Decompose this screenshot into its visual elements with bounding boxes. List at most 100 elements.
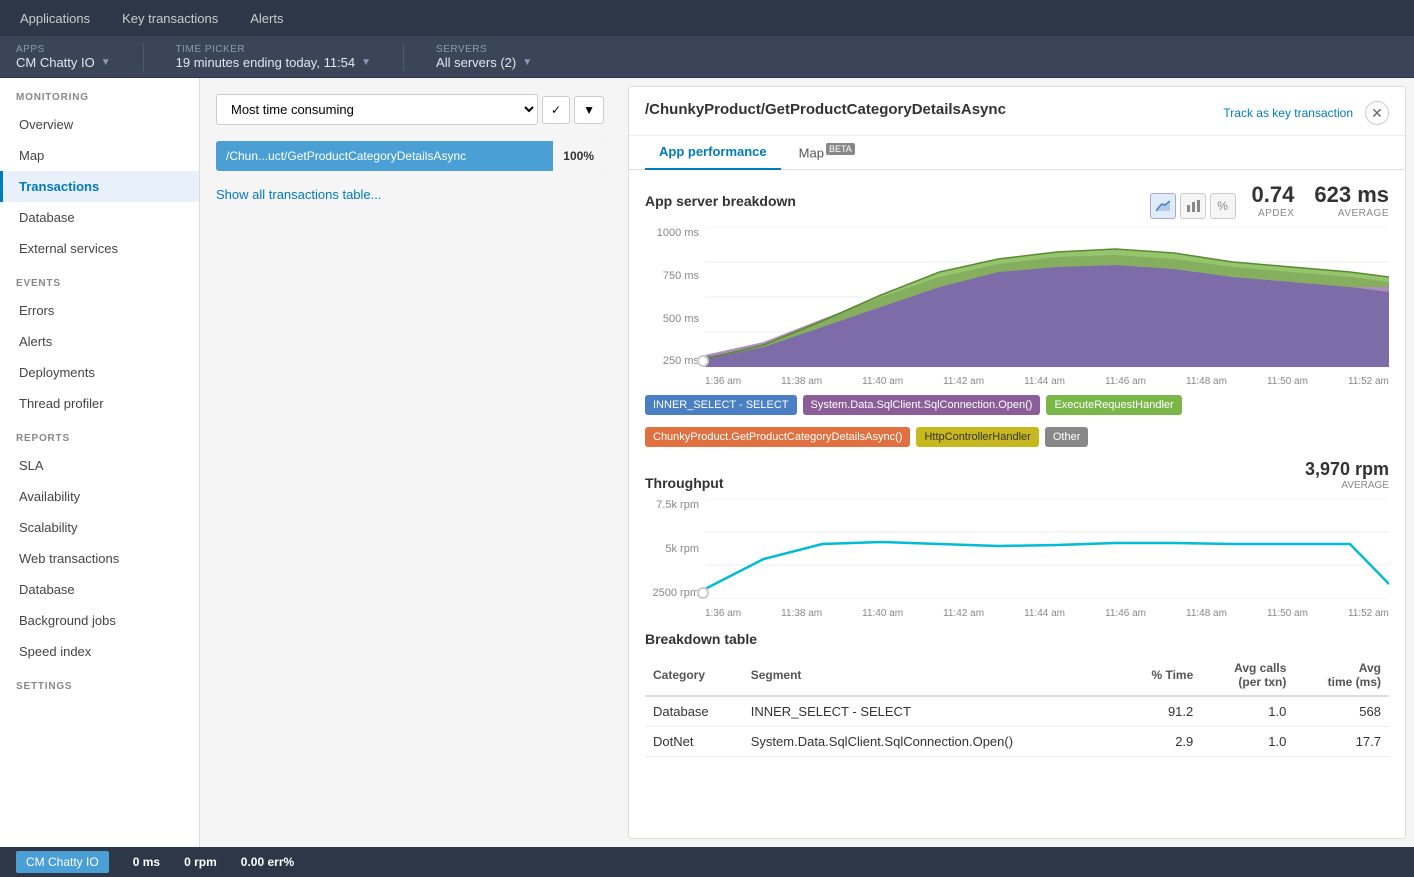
tp-x-7: 11:50 am: [1267, 608, 1308, 619]
tab-map[interactable]: MapBETA: [785, 136, 869, 170]
area-chart-icon-btn[interactable]: [1150, 193, 1176, 219]
percent-icon: %: [1217, 199, 1228, 213]
legend-inner-select[interactable]: INNER_SELECT - SELECT: [645, 395, 797, 415]
col-avg-calls: Avg calls (per txn): [1201, 655, 1294, 696]
tab-app-performance[interactable]: App performance: [645, 136, 781, 170]
throughput-label: AVERAGE: [1305, 480, 1389, 491]
row1-segment: System.Data.SqlClient.SqlConnection.Open…: [743, 727, 1123, 757]
throughput-title: Throughput: [645, 475, 724, 491]
col-pct-time: % Time: [1122, 655, 1201, 696]
y-label-0: 1000 ms: [657, 227, 699, 239]
throughput-value: 3,970 rpm: [1305, 459, 1389, 480]
row0-pct: 91.2: [1122, 696, 1201, 727]
breakdown-table: Category Segment % Time Avg calls (per t…: [645, 655, 1389, 757]
sidebar-item-thread-profiler[interactable]: Thread profiler: [0, 388, 199, 419]
nav-alerts[interactable]: Alerts: [246, 11, 287, 26]
sidebar-item-errors[interactable]: Errors: [0, 295, 199, 326]
row0-time: 568: [1294, 696, 1389, 727]
tp-y-2: 2500 rpm: [653, 587, 699, 599]
throughput-stat: 3,970 rpm AVERAGE: [1305, 459, 1389, 491]
app-server-breakdown-title: App server breakdown: [645, 193, 796, 209]
x-label-8: 11:52 am: [1348, 376, 1389, 387]
legend-sqlconnection[interactable]: System.Data.SqlClient.SqlConnection.Open…: [803, 395, 1041, 415]
nav-applications[interactable]: Applications: [16, 11, 94, 26]
main-content: Most time consuming ✓ ▼ /Chun...uct/GetP…: [200, 78, 1414, 847]
legend-http-controller[interactable]: HttpControllerHandler: [916, 427, 1038, 447]
bar-chart-icon: [1186, 199, 1200, 213]
nav-key-transactions[interactable]: Key transactions: [118, 11, 222, 26]
throughput-canvas: [705, 499, 1389, 599]
monitoring-section-label: MONITORING: [0, 78, 199, 109]
txn-pct: 100%: [553, 141, 604, 171]
txn-row[interactable]: /Chun...uct/GetProductCategoryDetailsAsy…: [216, 141, 604, 171]
apps-selector[interactable]: APPS CM Chatty IO ▼: [16, 44, 111, 70]
status-rpm-value: 0: [184, 855, 191, 869]
servers-value: All servers (2) ▼: [436, 55, 532, 70]
sidebar-item-web-transactions[interactable]: Web transactions: [0, 543, 199, 574]
legend-chunky-product[interactable]: ChunkyProduct.GetProductCategoryDetailsA…: [645, 427, 910, 447]
row0-segment: INNER_SELECT - SELECT: [743, 696, 1123, 727]
apps-chevron-icon: ▼: [101, 57, 111, 68]
average-stat: 623 ms AVERAGE: [1314, 182, 1389, 219]
sub-header: APPS CM Chatty IO ▼ TIME PICKER 19 minut…: [0, 36, 1414, 78]
detail-content: App server breakdown: [629, 170, 1405, 769]
settings-section-label: SETTINGS: [0, 667, 199, 698]
sidebar-item-map[interactable]: Map: [0, 140, 199, 171]
row1-category: DotNet: [645, 727, 743, 757]
area-chart-svg: [705, 227, 1389, 367]
sort-dropdown[interactable]: Most time consuming: [216, 94, 538, 125]
tp-y-1: 5k rpm: [665, 543, 699, 555]
sidebar-item-database-reports[interactable]: Database: [0, 574, 199, 605]
dropdown-down-btn[interactable]: ▼: [574, 96, 604, 124]
sidebar-item-availability[interactable]: Availability: [0, 481, 199, 512]
table-row: DotNet System.Data.SqlClient.SqlConnecti…: [645, 727, 1389, 757]
bar-chart-icon-btn[interactable]: [1180, 193, 1206, 219]
servers-selector[interactable]: SERVERS All servers (2) ▼: [436, 44, 532, 70]
legend-execute-request[interactable]: ExecuteRequestHandler: [1046, 395, 1181, 415]
detail-tabs: App performance MapBETA: [629, 136, 1405, 170]
sidebar-item-scalability[interactable]: Scalability: [0, 512, 199, 543]
close-button[interactable]: ✕: [1365, 101, 1389, 125]
dropdown-extra-btn[interactable]: ✓: [542, 96, 570, 124]
status-rpm-label: rpm: [194, 855, 217, 869]
track-as-key-transaction-link[interactable]: Track as key transaction: [1223, 106, 1353, 120]
area-chart-icon: [1156, 199, 1170, 213]
sidebar-item-alerts[interactable]: Alerts: [0, 326, 199, 357]
sidebar-item-database[interactable]: Database: [0, 202, 199, 233]
tp-x-8: 11:52 am: [1348, 608, 1389, 619]
x-label-1: 11:38 am: [781, 376, 822, 387]
breakdown-table-section: Breakdown table Category Segment % Time …: [645, 631, 1389, 757]
row0-category: Database: [645, 696, 743, 727]
sidebar-item-background-jobs[interactable]: Background jobs: [0, 605, 199, 636]
x-label-2: 11:40 am: [862, 376, 903, 387]
row1-pct: 2.9: [1122, 727, 1201, 757]
status-app-name: CM Chatty IO: [16, 851, 109, 873]
sidebar-item-transactions[interactable]: Transactions: [0, 171, 199, 202]
x-label-7: 11:50 am: [1267, 376, 1308, 387]
y-label-1: 750 ms: [663, 270, 699, 282]
tp-x-1: 11:38 am: [781, 608, 822, 619]
y-label-3: 250 ms: [663, 355, 699, 367]
sidebar-item-external-services[interactable]: External services: [0, 233, 199, 264]
breakdown-title: Breakdown table: [645, 631, 1389, 647]
status-err-value: 0.00: [241, 855, 264, 869]
status-rpm: 0 rpm: [184, 855, 217, 869]
timepicker-selector[interactable]: TIME PICKER 19 minutes ending today, 11:…: [176, 44, 371, 70]
sidebar-item-speed-index[interactable]: Speed index: [0, 636, 199, 667]
legend-row-2: ChunkyProduct.GetProductCategoryDetailsA…: [645, 427, 1389, 447]
servers-chevron-icon: ▼: [522, 57, 532, 68]
detail-title: /ChunkyProduct/GetProductCategoryDetails…: [645, 101, 1006, 118]
show-all-link[interactable]: Show all transactions table...: [216, 187, 381, 202]
sidebar-item-overview[interactable]: Overview: [0, 109, 199, 140]
sidebar-item-deployments[interactable]: Deployments: [0, 357, 199, 388]
status-ms-label: ms: [143, 855, 160, 869]
chart-canvas: [705, 227, 1389, 367]
status-err: 0.00 err%: [241, 855, 294, 869]
percent-icon-btn[interactable]: %: [1210, 193, 1236, 219]
status-ms: 0 ms: [133, 855, 160, 869]
legend-other[interactable]: Other: [1045, 427, 1089, 447]
sidebar-item-sla[interactable]: SLA: [0, 450, 199, 481]
col-avg-time: Avg time (ms): [1294, 655, 1389, 696]
events-section-label: EVENTS: [0, 264, 199, 295]
tp-x-0: 1:36 am: [705, 608, 741, 619]
